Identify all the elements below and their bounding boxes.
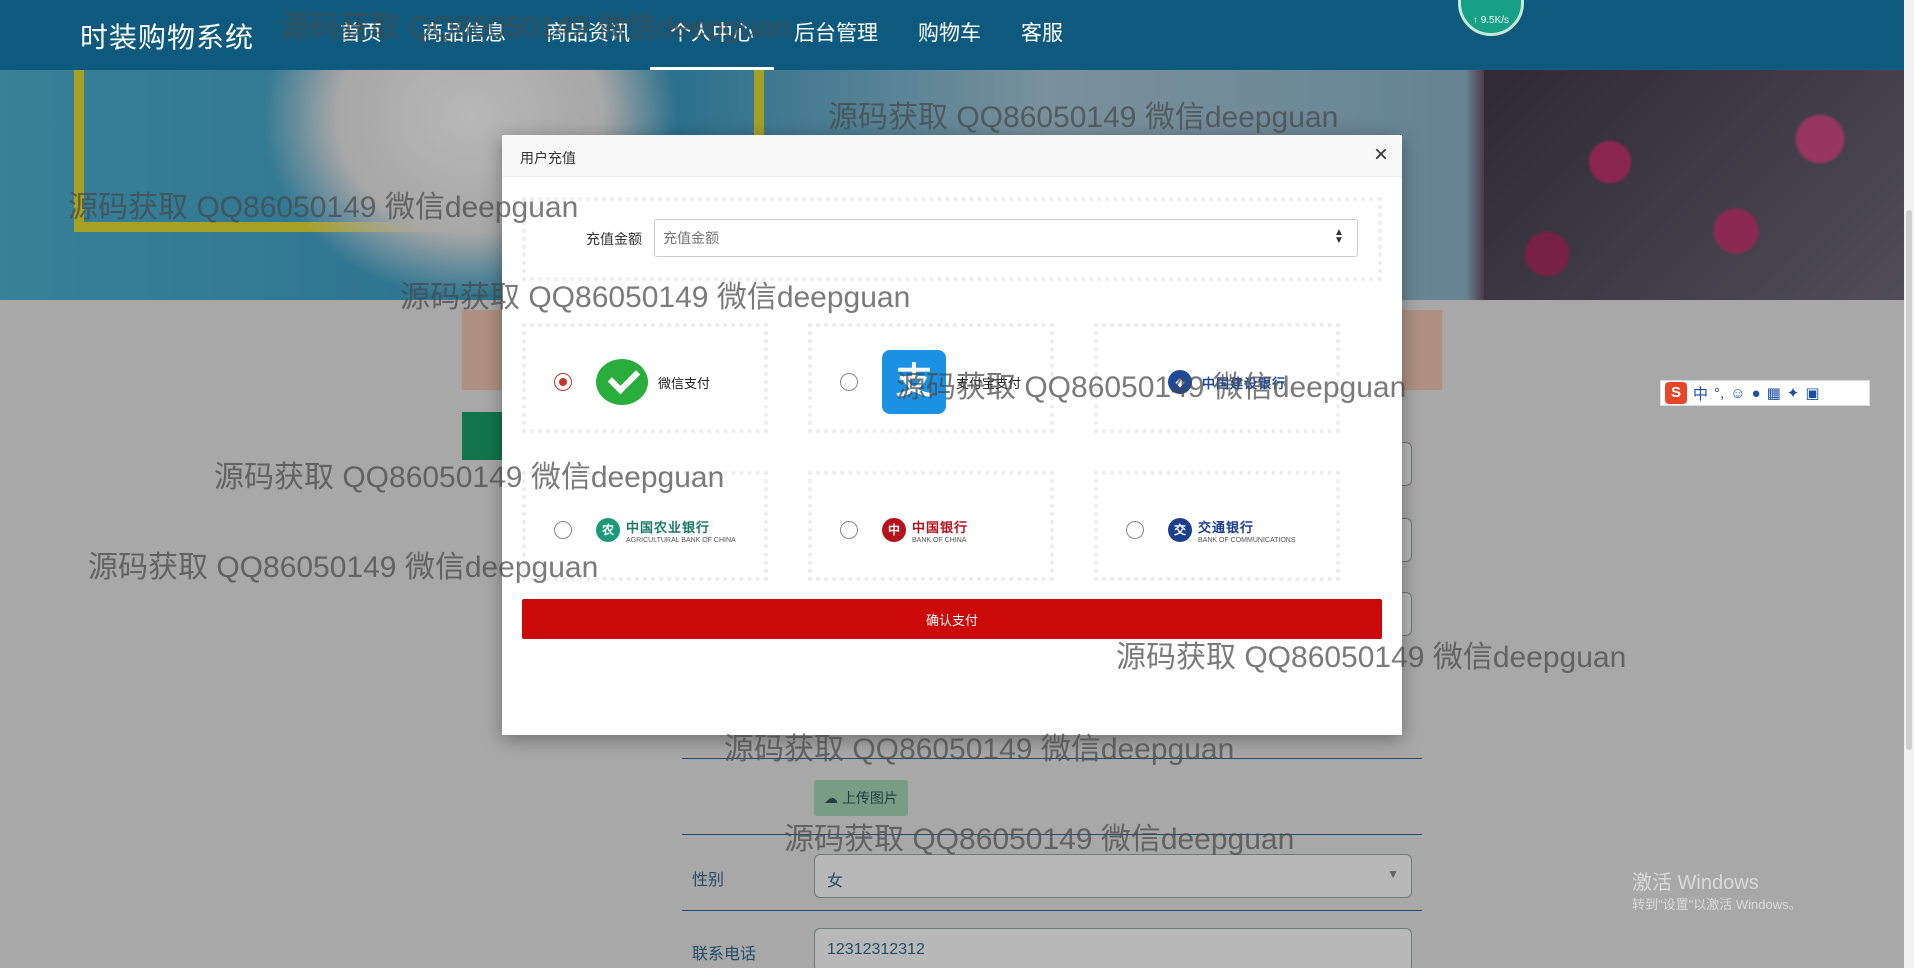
payment-radio-abc[interactable] <box>554 521 572 539</box>
recharge-amount-group: 充值金额 ▲▼ <box>522 197 1382 281</box>
wechat-pay-icon <box>596 359 648 405</box>
windows-activation-subtitle: 转到"设置"以激活 Windows。 <box>1632 897 1802 912</box>
page-scrollbar[interactable] <box>1904 0 1914 968</box>
bocom-label: 交通银行 <box>1198 519 1255 535</box>
boc-label: 中国银行 <box>912 519 969 535</box>
nav-item-home[interactable]: 首页 <box>320 0 402 70</box>
close-icon[interactable]: × <box>1374 141 1388 169</box>
nav-menu: 首页 商品信息 商品资讯 个人中心 后台管理 购物车 客服 <box>320 0 1083 70</box>
boc-icon: 中 <box>882 518 906 542</box>
payment-radio-boc[interactable] <box>840 521 858 539</box>
modal-header: 用户充值 × <box>502 135 1402 177</box>
ccb-label: 中国建设银行 <box>1202 375 1287 391</box>
wechat-pay-logo: 微信支付 <box>596 347 710 417</box>
nav-item-service[interactable]: 客服 <box>1001 0 1083 70</box>
recharge-amount-input[interactable] <box>654 219 1358 257</box>
abc-logo: 农 中国农业银行 AGRICULTURAL BANK OF CHINA <box>596 495 736 565</box>
wechat-pay-label: 微信支付 <box>658 375 711 391</box>
keyboard-icon[interactable]: ▦ <box>1767 384 1781 402</box>
abc-label: 中国农业银行 <box>626 519 711 535</box>
network-speed-value: ↑ 9.5K/s <box>1472 15 1510 26</box>
ime-toolbar[interactable]: S 中 °, ☺ ● ▦ ✦ ▣ <box>1660 380 1870 406</box>
payment-option-bocom[interactable]: 交 交通银行 BANK OF COMMUNICATIONS <box>1094 471 1340 581</box>
emoji-icon[interactable]: ☺ <box>1730 385 1745 402</box>
alipay-icon: 支 <box>882 350 946 414</box>
alipay-logo: 支 支付宝支付 <box>882 347 1021 417</box>
recharge-modal: 用户充值 × 充值金额 ▲▼ 微信支付 支 支付宝支付 ◆ 中国建设银行 农 <box>502 135 1402 735</box>
ime-mode-label[interactable]: 中 <box>1693 383 1708 404</box>
payment-option-boc[interactable]: 中 中国银行 BANK OF CHINA <box>808 471 1054 581</box>
payment-option-alipay[interactable]: 支 支付宝支付 <box>808 323 1054 433</box>
ccb-logo: ◆ 中国建设银行 <box>1168 347 1286 417</box>
skin-icon[interactable]: ✦ <box>1787 384 1800 402</box>
payment-radio-bocom[interactable] <box>1126 521 1144 539</box>
abc-sublabel: AGRICULTURAL BANK OF CHINA <box>626 536 736 544</box>
abc-icon: 农 <box>596 518 620 542</box>
ccb-icon: ◆ <box>1168 370 1192 394</box>
payment-radio-alipay[interactable] <box>840 373 858 391</box>
brand-title: 时装购物系统 <box>80 22 255 53</box>
nav-item-cart[interactable]: 购物车 <box>898 0 1001 70</box>
nav-item-personal-center[interactable]: 个人中心 <box>650 0 774 70</box>
payment-radio-wechat[interactable] <box>554 373 572 391</box>
nav-item-news[interactable]: 商品资讯 <box>526 0 650 70</box>
nav-item-admin[interactable]: 后台管理 <box>774 0 898 70</box>
microphone-icon[interactable]: ● <box>1752 385 1761 402</box>
payment-option-ccb[interactable]: ◆ 中国建设银行 <box>1094 323 1340 433</box>
nav-item-products[interactable]: 商品信息 <box>402 0 526 70</box>
modal-title: 用户充值 <box>520 150 576 166</box>
recharge-amount-label: 充值金额 <box>586 231 642 247</box>
payment-option-wechat[interactable]: 微信支付 <box>522 323 768 433</box>
network-speed-widget[interactable]: ↑ 9.5K/s <box>1458 0 1524 36</box>
boc-logo: 中 中国银行 BANK OF CHINA <box>882 495 968 565</box>
payment-option-abc[interactable]: 农 中国农业银行 AGRICULTURAL BANK OF CHINA <box>522 471 768 581</box>
boc-sublabel: BANK OF CHINA <box>912 536 967 544</box>
bocom-logo: 交 交通银行 BANK OF COMMUNICATIONS <box>1168 495 1295 565</box>
number-spinner-icon[interactable]: ▲ ▼ <box>1334 228 1344 246</box>
sogou-icon: S <box>1665 382 1687 404</box>
bocom-sublabel: BANK OF COMMUNICATIONS <box>1198 536 1296 544</box>
top-navbar: 时装购物系统 首页 商品信息 商品资讯 个人中心 后台管理 购物车 客服 ↑ 9… <box>0 0 1904 70</box>
bocom-icon: 交 <box>1168 518 1192 542</box>
alipay-label: 支付宝支付 <box>956 375 1022 391</box>
punctuation-icon[interactable]: °, <box>1714 385 1724 402</box>
confirm-payment-button[interactable]: 确认支付 <box>522 599 1382 639</box>
windows-activation-title: 激活 Windows <box>1632 872 1759 894</box>
grid-icon[interactable]: ▣ <box>1805 384 1819 402</box>
windows-activation-watermark: 激活 Windows 转到"设置"以激活 Windows。 <box>1632 872 1802 916</box>
